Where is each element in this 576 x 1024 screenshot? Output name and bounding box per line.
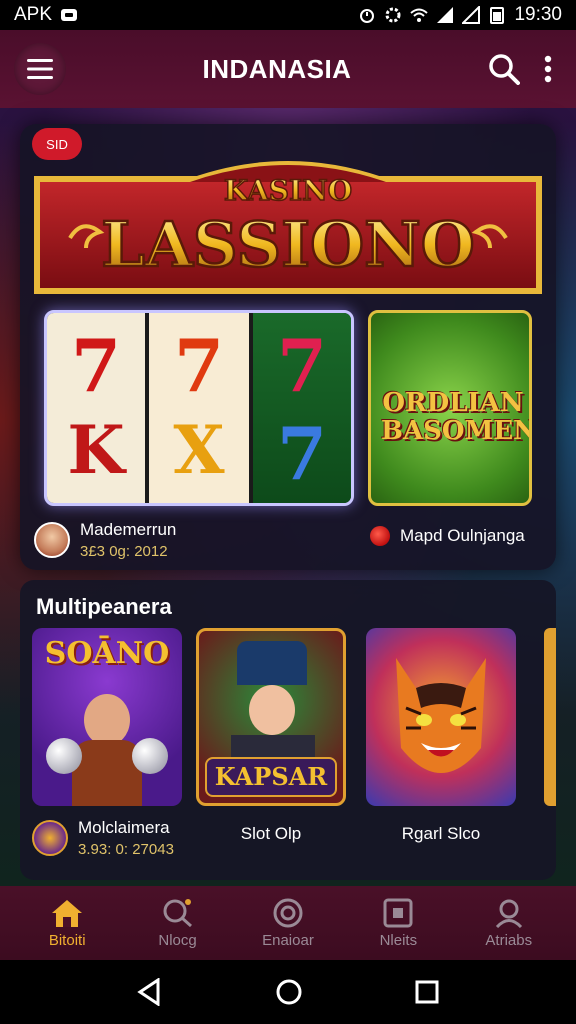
top-hat <box>237 641 307 685</box>
casino-banner[interactable]: KASINO LASSIONO <box>30 142 546 294</box>
section-title: Multipeanera <box>36 594 172 619</box>
reel-symbol: 7 <box>276 411 328 496</box>
menu-button[interactable] <box>14 43 66 95</box>
reel-symbol: X <box>173 411 225 489</box>
reel-3: 7 7 <box>253 313 351 503</box>
reel-1: 7 K <box>47 313 145 503</box>
nav-item-search[interactable]: Nlocg <box>133 898 223 949</box>
back-icon[interactable] <box>136 978 164 1006</box>
recents-icon[interactable] <box>414 979 440 1005</box>
character-body <box>72 740 142 806</box>
search-icon[interactable] <box>488 53 520 85</box>
nav-item-chip[interactable]: Enaioar <box>243 898 333 949</box>
nav-item-profile[interactable]: Atriabs <box>464 898 554 949</box>
bottom-nav: Bitoiti Nlocg Enaioar Nleits Atriabs <box>0 886 576 960</box>
orb-icon <box>132 738 168 774</box>
banner-main-text: LASSIONO <box>101 208 475 281</box>
nav-label: Nleits <box>379 931 418 949</box>
wifi-icon <box>410 8 429 22</box>
settings-icon <box>385 7 401 23</box>
reel-symbol: 7 <box>173 323 225 408</box>
side-game-title: ORDLIAN BASOMEN <box>381 388 532 446</box>
more-options-icon[interactable] <box>544 55 552 83</box>
multiplayer-section: Multipeanera SOĀNO KAPSAR Molclaimera 3.… <box>20 580 556 880</box>
player-name: Mademerrun <box>80 520 177 539</box>
reel-symbol: 7 <box>276 323 328 408</box>
tiger-icon <box>396 658 486 773</box>
nav-label: Nlocg <box>158 931 197 949</box>
app-bar: INDANASIA <box>0 30 576 108</box>
game-art-text: KAPSAR <box>205 757 337 797</box>
nav-item-grid[interactable]: Nleits <box>353 898 443 949</box>
profile-icon <box>495 899 522 928</box>
nav-label: Bitoiti <box>48 931 86 949</box>
search-icon <box>163 898 192 927</box>
home-icon <box>52 899 83 927</box>
alarm-icon <box>360 9 375 23</box>
featured-card[interactable]: KASINO LASSIONO SID 7 K 7 X 7 7 ORDLIAN … <box>20 124 556 570</box>
game-tile-3[interactable] <box>366 628 516 806</box>
character-face <box>84 694 130 746</box>
reel-2: 7 X <box>149 313 249 503</box>
signal-icon <box>437 7 454 23</box>
game-art-text: SOĀNO <box>44 636 170 671</box>
status-time: 19:30 <box>514 4 562 25</box>
player-meta: 3£3 0ɡ: 2012 <box>80 543 168 560</box>
player-row-1[interactable]: Mademerrun 3£3 0ɡ: 2012 <box>34 520 176 560</box>
nav-label: Enaioar <box>262 931 314 949</box>
game-tile-1[interactable]: SOĀNO <box>32 628 182 806</box>
avatar <box>32 820 68 856</box>
chip-icon <box>273 898 303 927</box>
slot-machine-game[interactable]: 7 K 7 X 7 7 <box>44 310 354 506</box>
app-title: INDANASIA <box>202 53 352 84</box>
next-tile-peek[interactable] <box>544 628 556 806</box>
status-carrier-text: APK <box>14 4 53 25</box>
orb-icon <box>46 738 82 774</box>
grid-icon <box>383 898 413 927</box>
game-caption[interactable]: Slot Olp <box>196 824 346 844</box>
home-circle-icon[interactable] <box>275 978 303 1006</box>
signal-2-icon <box>462 6 481 24</box>
game-meta: 3.93: 0: 27043 <box>78 841 174 858</box>
featured-badge: SID <box>32 128 82 160</box>
game-caption[interactable]: Rgarl Slco <box>366 824 516 844</box>
side-game-tile[interactable]: ORDLIAN BASOMEN <box>368 310 532 506</box>
reel-symbol: K <box>67 411 125 489</box>
system-nav-bar <box>0 960 576 1024</box>
nav-label: Atriabs <box>485 931 533 949</box>
hamburger-icon <box>27 59 53 79</box>
avatar <box>34 522 70 558</box>
status-bar: APK 19:30 <box>0 0 576 30</box>
reel-symbol: 7 <box>70 323 122 408</box>
game-1-caption-row[interactable]: Molclaimera 3.93: 0: 27043 <box>32 818 174 858</box>
notification-icon <box>61 9 78 21</box>
character-face <box>249 685 295 735</box>
game-caption: Molclaimera <box>78 818 170 837</box>
banner-top-text: KASINO <box>224 174 352 207</box>
game-tile-2[interactable]: KAPSAR <box>196 628 346 806</box>
nav-item-home[interactable]: Bitoiti <box>22 898 112 949</box>
battery-icon <box>490 7 505 24</box>
status-dot-icon <box>370 526 390 546</box>
player-name: Mapd Oulnjanga <box>400 526 525 545</box>
player-row-2[interactable]: Mapd Oulnjanga <box>370 526 525 546</box>
